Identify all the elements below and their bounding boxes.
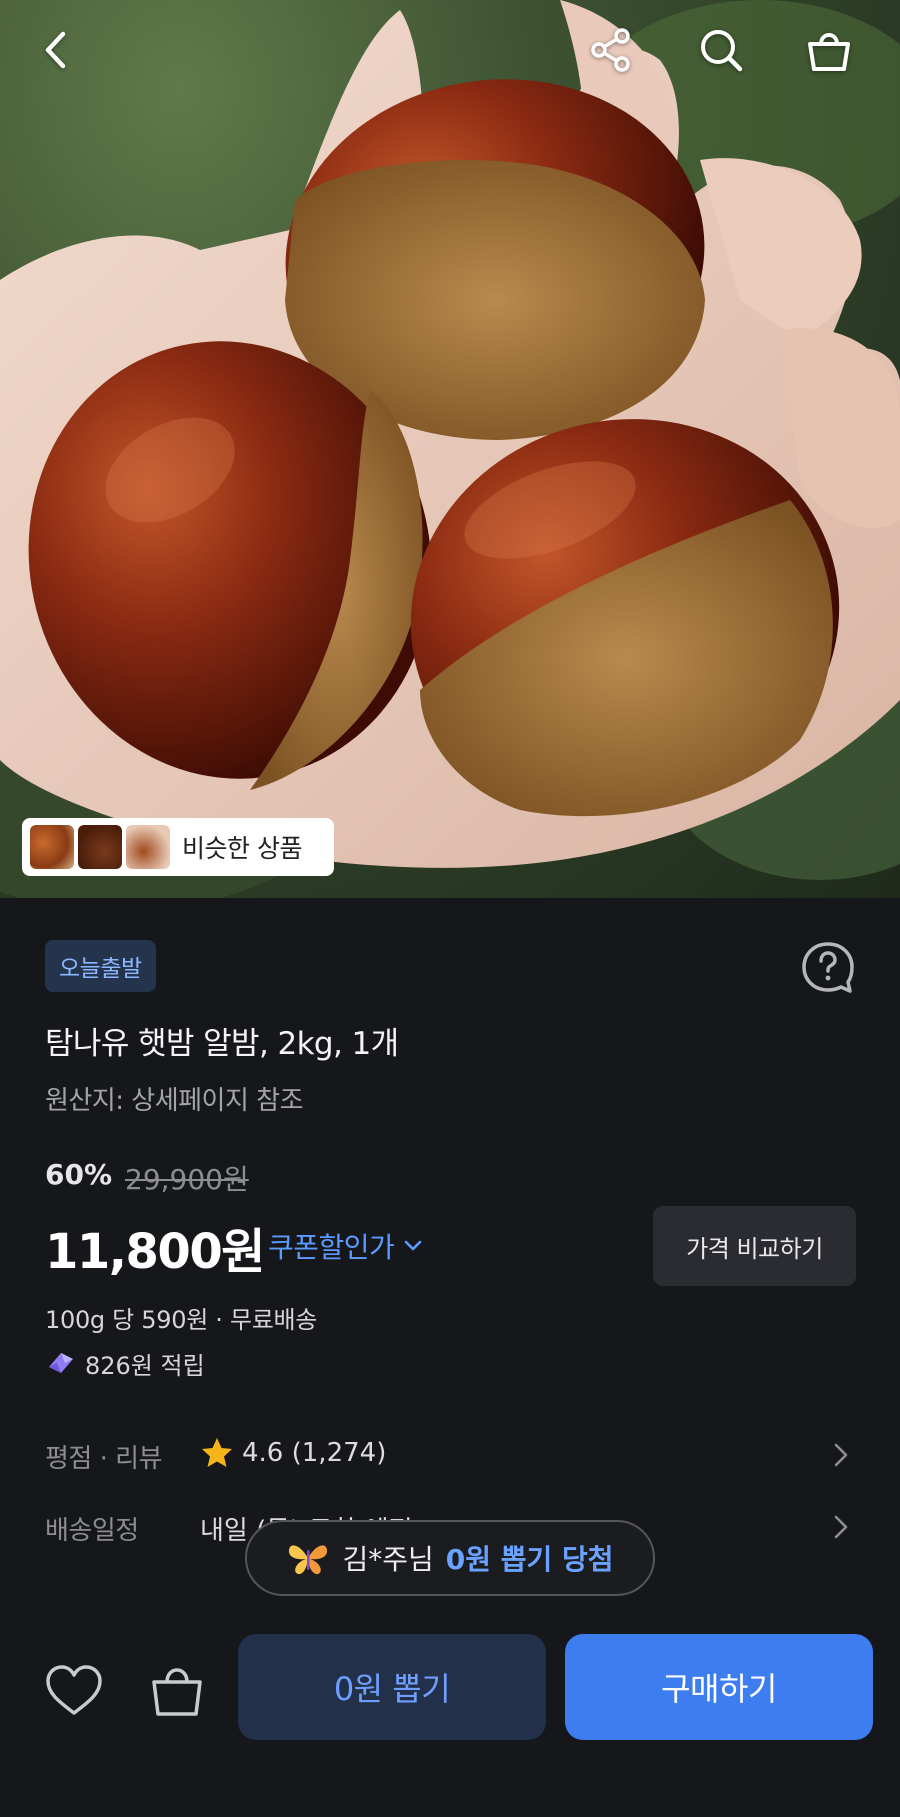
coupon-price-toggle[interactable]: 쿠폰할인가 bbox=[268, 1226, 422, 1266]
cart-button[interactable] bbox=[801, 22, 857, 78]
today-shipping-badge: 오늘출발 bbox=[45, 940, 156, 992]
product-image[interactable]: 비슷한 상품 bbox=[0, 0, 900, 898]
similar-thumb-1 bbox=[30, 825, 74, 869]
shopping-bag-icon bbox=[808, 33, 850, 71]
rating-chevron-right-icon[interactable] bbox=[830, 1440, 852, 1470]
coupon-price-label: 쿠폰할인가 bbox=[268, 1231, 395, 1264]
free-draw-button[interactable]: 0원 뽑기 bbox=[238, 1634, 546, 1740]
price-compare-button[interactable]: 가격 비교하기 bbox=[653, 1206, 856, 1286]
shopping-bag-outline-icon bbox=[152, 1668, 202, 1716]
product-origin: 원산지: 상세페이지 참조 bbox=[45, 1086, 304, 1116]
similar-thumb-2 bbox=[78, 825, 122, 869]
wishlist-button[interactable] bbox=[44, 1663, 104, 1719]
delivery-chevron-right-icon[interactable] bbox=[830, 1512, 852, 1542]
winner-message: 0원 뽑기 당첨 bbox=[445, 1543, 614, 1576]
similar-products-label: 비슷한 상품 bbox=[182, 834, 302, 863]
back-button[interactable] bbox=[28, 22, 84, 78]
add-to-cart-button[interactable] bbox=[148, 1658, 206, 1720]
share-icon bbox=[591, 28, 630, 72]
butterfly-icon bbox=[289, 1545, 328, 1575]
winner-toast: 김*주님 0원 뽑기 당첨 bbox=[245, 1520, 655, 1596]
chevron-left-icon bbox=[45, 31, 66, 69]
buy-now-button[interactable]: 구매하기 bbox=[565, 1634, 873, 1740]
rating-label: 평점 · 리뷰 bbox=[45, 1444, 162, 1474]
reward-points: 826원 적립 bbox=[45, 1345, 205, 1381]
chestnuts-photo bbox=[0, 0, 900, 898]
search-button[interactable] bbox=[693, 22, 749, 78]
reward-points-text: 826원 적립 bbox=[85, 1351, 205, 1380]
heart-icon bbox=[46, 1665, 102, 1715]
product-title: 탐나유 햇밤 알밤, 2kg, 1개 bbox=[45, 1026, 399, 1062]
similar-thumb-3 bbox=[126, 825, 170, 869]
unit-price-shipping: 100g 당 590원 · 무료배송 bbox=[45, 1306, 318, 1334]
help-button[interactable] bbox=[800, 940, 856, 996]
rating-value[interactable]: 4.6 (1,274) bbox=[200, 1436, 386, 1470]
star-icon bbox=[202, 1438, 232, 1467]
similar-products-chip[interactable]: 비슷한 상품 bbox=[22, 818, 334, 876]
discount-rate: 60% bbox=[45, 1158, 113, 1191]
chevron-down-icon bbox=[405, 1240, 422, 1251]
winner-name: 김*주님 bbox=[342, 1543, 434, 1576]
question-bubble-icon bbox=[802, 942, 854, 993]
sale-price: 11,800원 bbox=[45, 1224, 265, 1280]
search-icon bbox=[701, 30, 743, 72]
share-button[interactable] bbox=[583, 22, 639, 78]
points-gem-icon bbox=[49, 1353, 73, 1373]
rating-score: 4.6 (1,274) bbox=[242, 1438, 387, 1468]
original-price: 29,900원 bbox=[125, 1163, 249, 1196]
delivery-label: 배송일정 bbox=[45, 1516, 139, 1546]
